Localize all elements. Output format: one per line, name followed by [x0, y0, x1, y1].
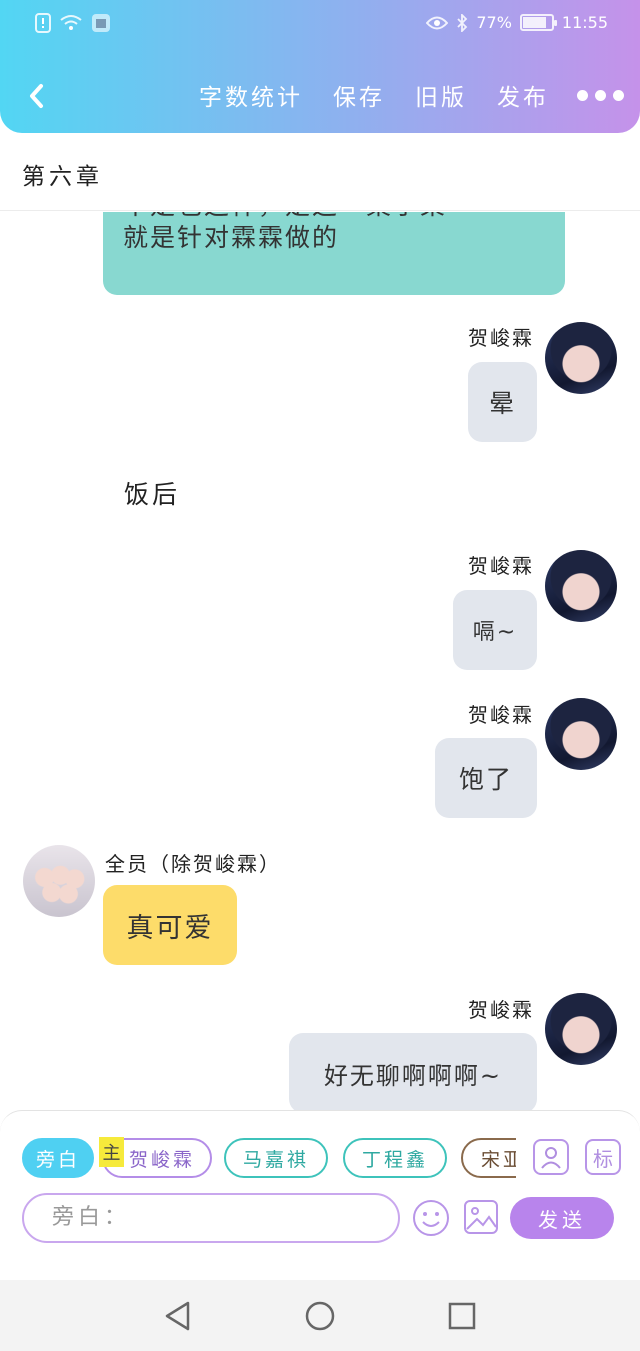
battery-fill [522, 17, 546, 28]
system-nav-bar [0, 1280, 640, 1351]
message-text: 晕 [488, 389, 516, 418]
message-text: 真可爱 [126, 912, 214, 944]
speaker-name: 贺峻霖 [468, 554, 534, 578]
message-bubble[interactable]: 晕 [468, 362, 537, 442]
eye-icon [426, 16, 449, 29]
battery-icon [519, 14, 557, 31]
composer-panel: 旁白 贺峻霖 马嘉祺 丁程鑫 宋亚 标 旁白： 发送 [0, 1110, 640, 1244]
message-text: 嗝~ [472, 620, 518, 645]
role-selector: 旁白 贺峻霖 马嘉祺 丁程鑫 宋亚 [22, 1138, 516, 1180]
top-header: 77% 11:55 字数统计 保存 旧版 发布 [0, 0, 640, 133]
character-manager-button[interactable] [533, 1139, 569, 1175]
bluetooth-icon [457, 13, 468, 32]
speaker-name: 全员（除贺峻霖） [105, 852, 281, 876]
narration-bubble-line-2: 就是针对霖霖做的 [123, 223, 340, 252]
app-notification-icon [92, 14, 110, 32]
chapter-bar: 第六章 [0, 133, 640, 211]
tag-button[interactable]: 标 [585, 1139, 621, 1175]
message-text: 好无聊啊啊啊~ [323, 1061, 503, 1090]
more-dot-icon [577, 89, 588, 101]
narration-text[interactable]: 饭后 [124, 475, 180, 511]
speaker-name: 贺峻霖 [468, 326, 534, 350]
avatar[interactable] [545, 698, 617, 770]
old-version-button[interactable]: 旧版 [415, 78, 467, 112]
narration-bubble-line-1: 不是也这样，是这一桌子菜 [123, 212, 447, 222]
avatar[interactable] [545, 993, 617, 1065]
more-dot-icon [595, 89, 606, 101]
person-icon [541, 1147, 561, 1169]
message-bubble[interactable]: 真可爱 [103, 885, 237, 965]
chat-area[interactable]: 不是也这样，是这一桌子菜 就是针对霖霖做的 贺峻霖 晕 饭后 贺峻霖 嗝~ 贺峻… [0, 212, 640, 1110]
wifi-icon [60, 15, 82, 30]
status-left [35, 13, 111, 33]
more-menu-button[interactable] [577, 89, 624, 101]
nav-actions: 字数统计 保存 旧版 发布 [169, 78, 624, 112]
role-chip-ma-jiaqi[interactable]: 马嘉祺 [224, 1138, 328, 1178]
image-icon[interactable] [463, 1199, 499, 1235]
avatar[interactable] [545, 550, 617, 622]
message-bubble[interactable]: 好无聊啊啊啊~ [289, 1033, 537, 1110]
emoji-icon[interactable] [412, 1199, 450, 1237]
message-bubble[interactable]: 饱了 [435, 738, 537, 818]
chapter-title[interactable]: 第六章 [22, 157, 103, 191]
narration-bubble[interactable]: 不是也这样，是这一桌子菜 就是针对霖霖做的 [103, 212, 565, 295]
send-button[interactable]: 发送 [510, 1197, 614, 1239]
message-bubble[interactable]: 嗝~ [453, 590, 537, 670]
recents-square-icon[interactable] [446, 1300, 478, 1332]
status-right: 77% 11:55 [426, 13, 608, 32]
save-button[interactable]: 保存 [333, 78, 385, 112]
more-dot-icon [613, 89, 624, 101]
status-bar: 77% 11:55 [0, 0, 640, 50]
battery-percent: 77% [476, 13, 512, 32]
tag-icon: 标 [593, 1146, 613, 1171]
publish-button[interactable]: 发布 [497, 78, 549, 112]
role-chip-song-yaxuan[interactable]: 宋亚 [461, 1138, 516, 1178]
nav-bar: 字数统计 保存 旧版 发布 [0, 68, 640, 124]
main-role-badge: 主 [99, 1137, 124, 1167]
message-text: 饱了 [458, 765, 513, 794]
role-chip-narration[interactable]: 旁白 [22, 1138, 94, 1178]
clock: 11:55 [561, 13, 608, 32]
speaker-name: 贺峻霖 [468, 703, 534, 727]
home-circle-icon[interactable] [304, 1300, 336, 1332]
message-input[interactable]: 旁白： [22, 1193, 400, 1243]
avatar[interactable] [545, 322, 617, 394]
back-triangle-icon[interactable] [162, 1300, 194, 1332]
back-button[interactable] [18, 76, 54, 116]
alert-icon [35, 13, 51, 33]
role-chip-ding-chengxin[interactable]: 丁程鑫 [343, 1138, 447, 1178]
chevron-left-icon [30, 84, 43, 108]
avatar[interactable] [23, 845, 95, 917]
word-count-button[interactable]: 字数统计 [199, 78, 303, 112]
speaker-name: 贺峻霖 [468, 998, 534, 1022]
